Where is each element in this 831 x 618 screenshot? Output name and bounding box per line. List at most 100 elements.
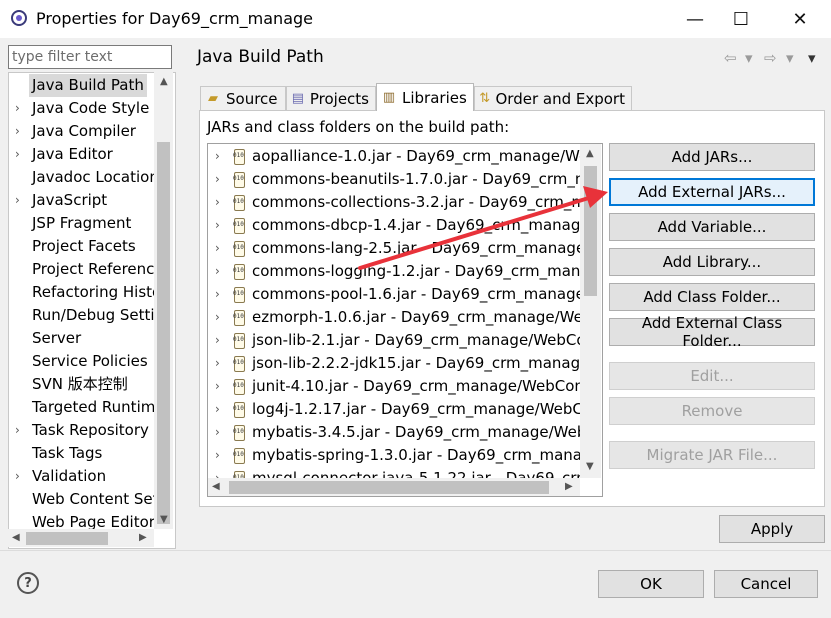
chevron-right-icon[interactable]: › (215, 237, 220, 260)
jar-list-item[interactable]: › commons-dbcp-1.4.jar - Day69_crm_manage… (208, 214, 580, 237)
tree-item-label: Run/Debug Settings (32, 306, 155, 324)
jar-list-item[interactable]: › aopalliance-1.0.jar - Day69_crm_manage/… (208, 145, 580, 168)
tree-item[interactable]: Project Facets (9, 235, 155, 258)
jar-list-item[interactable]: › commons-logging-1.2.jar - Day69_crm_man… (208, 260, 580, 283)
tree-item-label: Service Policies (32, 352, 148, 370)
scroll-up-icon[interactable]: ▲ (586, 148, 594, 159)
add-library-button[interactable]: Add Library... (609, 248, 815, 276)
add-variable-button[interactable]: Add Variable... (609, 213, 815, 241)
tree-item[interactable]: JSP Fragment (9, 212, 155, 235)
chevron-right-icon[interactable]: › (215, 398, 220, 421)
tab-order-and-export[interactable]: ⇅ Order and Export (474, 86, 632, 110)
scroll-right-icon[interactable]: ▶ (139, 532, 147, 543)
apply-button[interactable]: Apply (719, 515, 825, 543)
tree-item[interactable]: › Java Code Style (9, 97, 155, 120)
tree-item[interactable]: SVN 版本控制 (9, 373, 155, 396)
maximize-button[interactable]: ☐ (718, 4, 764, 34)
chevron-right-icon[interactable]: › (15, 120, 27, 143)
jar-label: ezmorph-1.0.6.jar - Day69_crm_manage/Web… (252, 308, 580, 326)
migrate-jar-button[interactable]: Migrate JAR File... (609, 441, 815, 469)
add-external-class-folder-button[interactable]: Add External Class Folder... (609, 314, 815, 350)
back-arrow-icon[interactable]: ⇦ (724, 49, 737, 67)
tab-libraries[interactable]: ▥ Libraries (376, 83, 474, 111)
tree-scroll-thumb[interactable] (157, 142, 170, 524)
jar-list-item[interactable]: › json-lib-2.1.jar - Day69_crm_manage/Web… (208, 329, 580, 352)
chevron-right-icon[interactable]: › (215, 214, 220, 237)
chevron-right-icon[interactable]: › (215, 352, 220, 375)
chevron-right-icon[interactable]: › (215, 283, 220, 306)
tree-item[interactable]: Refactoring History (9, 281, 155, 304)
tree-item[interactable]: › Task Repository (9, 419, 155, 442)
chevron-right-icon[interactable]: › (15, 143, 27, 166)
tree-item[interactable]: Java Build Path (9, 74, 155, 97)
chevron-right-icon[interactable]: › (215, 375, 220, 398)
jar-list-item[interactable]: › log4j-1.2.17.jar - Day69_crm_manage/Web… (208, 398, 580, 421)
scroll-left-icon[interactable]: ◀ (12, 532, 20, 543)
forward-menu-icon[interactable]: ▾ (786, 49, 794, 67)
ok-button[interactable]: OK (598, 570, 704, 598)
tree-hscroll-thumb[interactable] (26, 532, 108, 545)
chevron-right-icon[interactable]: › (215, 145, 220, 168)
help-icon[interactable]: ? (17, 572, 39, 594)
jar-list-item[interactable]: › junit-4.10.jar - Day69_crm_manage/WebCo… (208, 375, 580, 398)
chevron-right-icon[interactable]: › (215, 191, 220, 214)
jar-list-item[interactable]: › json-lib-2.2.2-jdk15.jar - Day69_crm_ma… (208, 352, 580, 375)
add-class-folder-button[interactable]: Add Class Folder... (609, 283, 815, 311)
tree-item[interactable]: › Java Editor (9, 143, 155, 166)
tree-item[interactable]: Web Content Settings (9, 488, 155, 511)
edit-button[interactable]: Edit... (609, 362, 815, 390)
close-button[interactable]: ✕ (777, 4, 823, 34)
tree-item[interactable]: › Java Compiler (9, 120, 155, 143)
cancel-button[interactable]: Cancel (714, 570, 818, 598)
tree-item[interactable]: Service Policies (9, 350, 155, 373)
chevron-right-icon[interactable]: › (15, 465, 27, 488)
chevron-right-icon[interactable]: › (215, 444, 220, 467)
chevron-right-icon[interactable]: › (215, 421, 220, 444)
jar-list-item[interactable]: › mybatis-3.4.5.jar - Day69_crm_manage/We… (208, 421, 580, 444)
chevron-right-icon[interactable]: › (15, 419, 27, 442)
tab-source[interactable]: ▰ Source (200, 86, 286, 110)
jar-list-hscroll-thumb[interactable] (229, 481, 549, 494)
jar-list-item[interactable]: › commons-lang-2.5.jar - Day69_crm_manage… (208, 237, 580, 260)
add-jars-button[interactable]: Add JARs... (609, 143, 815, 171)
chevron-right-icon[interactable]: › (215, 260, 220, 283)
jar-list-item[interactable]: › commons-beanutils-1.7.0.jar - Day69_crm… (208, 168, 580, 191)
tree-item[interactable]: Javadoc Location (9, 166, 155, 189)
chevron-right-icon[interactable]: › (215, 306, 220, 329)
chevron-right-icon[interactable]: › (215, 168, 220, 191)
scroll-down-icon[interactable]: ▼ (160, 514, 168, 525)
chevron-right-icon[interactable]: › (15, 189, 27, 212)
chevron-right-icon[interactable]: › (215, 329, 220, 352)
remove-button[interactable]: Remove (609, 397, 815, 425)
jar-file-icon (232, 310, 246, 326)
tree-item[interactable]: Targeted Runtimes (9, 396, 155, 419)
jar-list-item[interactable]: › commons-pool-1.6.jar - Day69_crm_manage… (208, 283, 580, 306)
window-title: Properties for Day69_crm_manage (36, 9, 313, 28)
chevron-right-icon[interactable]: › (15, 97, 27, 120)
jar-list-scroll-thumb[interactable] (584, 166, 597, 296)
tree-item[interactable]: Task Tags (9, 442, 155, 465)
tree-item[interactable]: Project References (9, 258, 155, 281)
tree-item[interactable]: › JavaScript (9, 189, 155, 212)
tab-projects[interactable]: ▤ Projects (286, 86, 376, 110)
back-menu-icon[interactable]: ▾ (745, 49, 753, 67)
jar-file-icon (232, 356, 246, 372)
jar-label: commons-logging-1.2.jar - Day69_crm_mana… (252, 262, 580, 280)
scroll-up-icon[interactable]: ▲ (160, 76, 168, 87)
tree-item[interactable]: › Validation (9, 465, 155, 488)
add-external-jars-button[interactable]: Add External JARs... (609, 178, 815, 206)
jar-list: › aopalliance-1.0.jar - Day69_crm_manage/… (207, 143, 603, 497)
forward-arrow-icon[interactable]: ⇨ (764, 49, 777, 67)
jar-list-item[interactable]: › ezmorph-1.0.6.jar - Day69_crm_manage/We… (208, 306, 580, 329)
scroll-right-icon[interactable]: ▶ (565, 481, 573, 492)
tree-item[interactable]: Server (9, 327, 155, 350)
scroll-left-icon[interactable]: ◀ (212, 481, 220, 492)
view-menu-icon[interactable]: ▾ (808, 49, 816, 67)
filter-input[interactable] (8, 45, 172, 69)
jar-list-item[interactable]: › mybatis-spring-1.3.0.jar - Day69_crm_ma… (208, 444, 580, 467)
minimize-button[interactable]: — (672, 4, 718, 34)
scroll-down-icon[interactable]: ▼ (586, 461, 594, 472)
tree-item[interactable]: Run/Debug Settings (9, 304, 155, 327)
source-folder-icon: ▰ (208, 91, 218, 106)
jar-list-item[interactable]: › commons-collections-3.2.jar - Day69_crm… (208, 191, 580, 214)
